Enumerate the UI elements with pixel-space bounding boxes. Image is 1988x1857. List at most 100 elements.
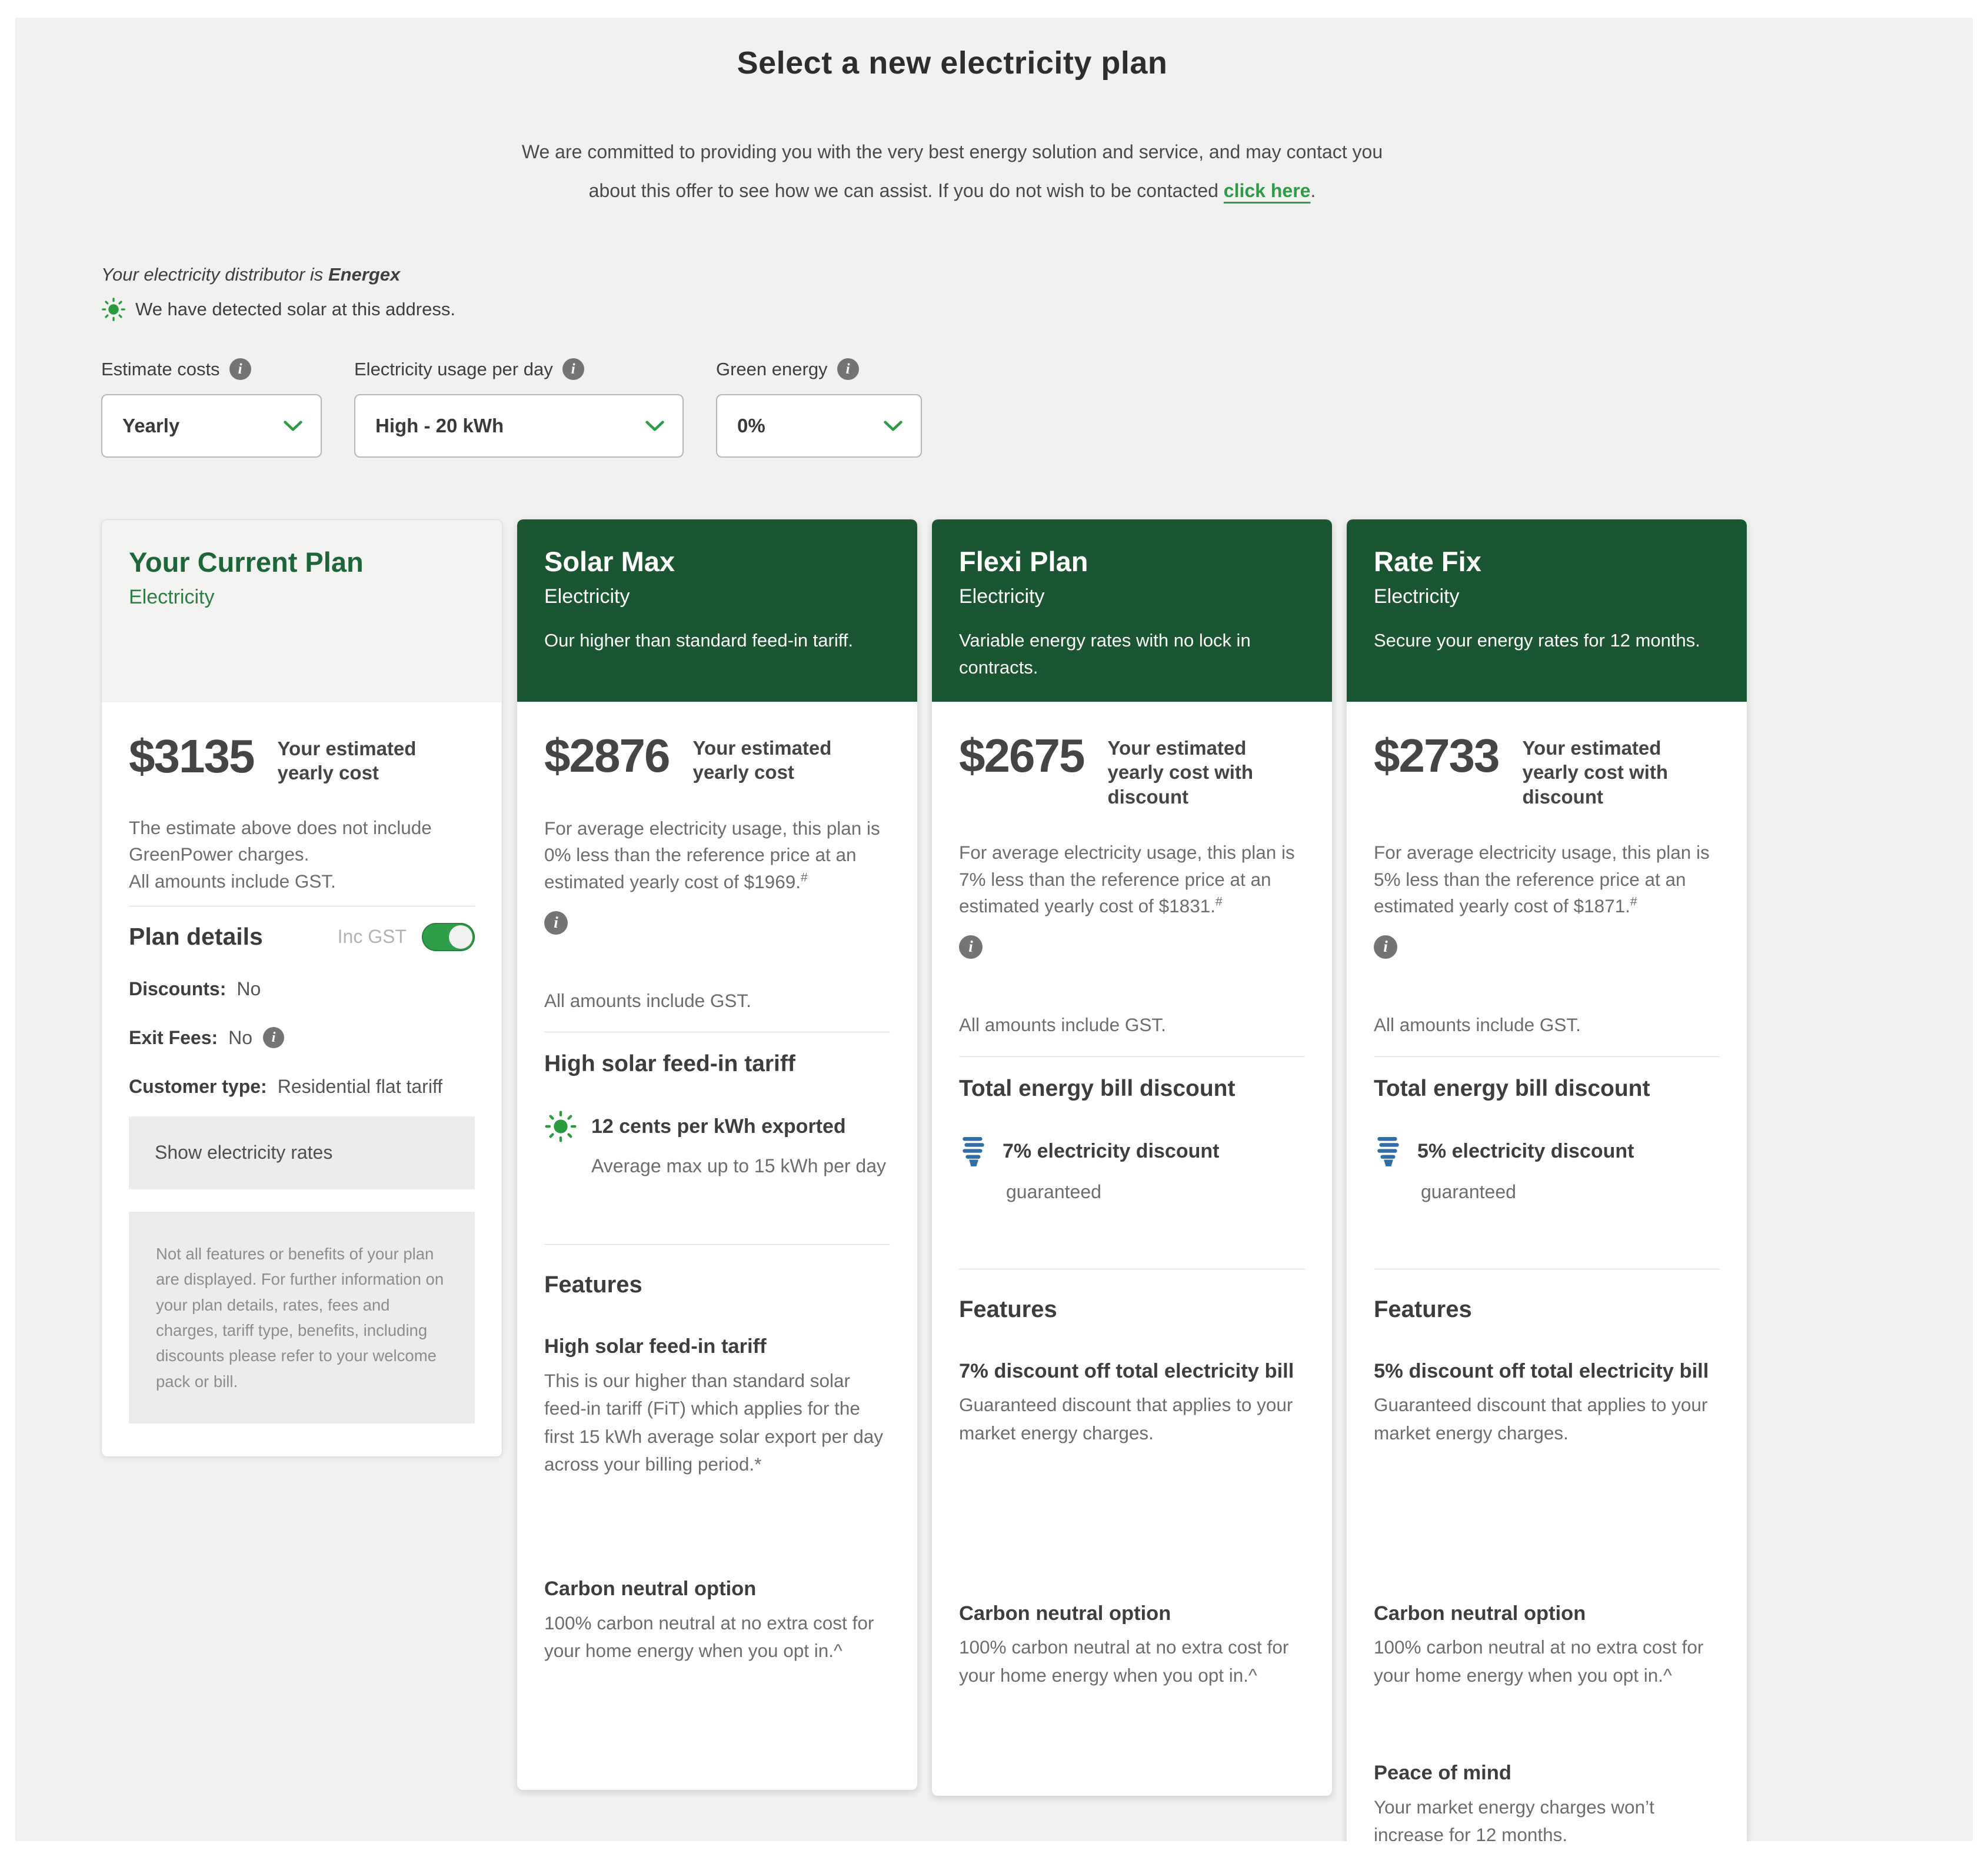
gst-note: All amounts include GST. xyxy=(959,1013,1166,1035)
current-plan-body: $3135 Your estimated yearly cost The est… xyxy=(102,730,502,1424)
estimated-cost: $2876 xyxy=(544,729,670,782)
info-icon[interactable]: i xyxy=(562,358,584,381)
price-row: $3135 Your estimated yearly cost xyxy=(129,730,475,785)
filter-estimate-costs: Estimate costs i Yearly xyxy=(101,358,322,458)
info-icon[interactable]: i xyxy=(959,935,983,959)
benefit-row: 7% electricity discount xyxy=(959,1135,1305,1169)
row-value: No xyxy=(228,1026,253,1048)
feature-item: High solar feed-in tariff This is our hi… xyxy=(544,1333,890,1541)
toggle-knob xyxy=(449,925,472,949)
plan-tagline: Variable energy rates with no lock in co… xyxy=(959,629,1251,678)
rate-fix-body: $2733 Your estimated yearly cost with di… xyxy=(1347,732,1747,1841)
info-icon[interactable]: i xyxy=(1374,935,1397,959)
plan-product: Electricity xyxy=(1374,585,1460,608)
intro-line-1: We are committed to providing you with t… xyxy=(521,141,1383,162)
benefit-subtext: guaranteed xyxy=(1006,1181,1101,1202)
benefit-row: 5% electricity discount xyxy=(1374,1135,1720,1169)
feature-item: Peace of mind Your market energy charges… xyxy=(1374,1760,1720,1841)
card-solar-max: Solar Max Electricity Our higher than st… xyxy=(517,519,917,1791)
feature-item: Carbon neutral option 100% carbon neutra… xyxy=(544,1576,890,1665)
rate-fix-header: Rate Fix Electricity Secure your energy … xyxy=(1347,519,1747,702)
selected-value: 0% xyxy=(737,415,765,437)
exit-fees-row: Exit Fees: No i xyxy=(129,1027,475,1049)
reference-price-text: For average electricity usage, this plan… xyxy=(1374,841,1710,917)
inc-gst-toggle[interactable] xyxy=(422,922,475,951)
solar-detected-text: We have detected solar at this address. xyxy=(135,299,455,320)
info-icon[interactable]: i xyxy=(263,1027,285,1049)
green-energy-select[interactable]: 0% xyxy=(716,394,922,458)
click-here-link[interactable]: click here xyxy=(1224,180,1311,201)
filter-label-text: Green energy xyxy=(716,358,828,379)
benefit-heading: High solar feed-in tariff xyxy=(544,1051,795,1077)
solar-max-body: $2876 Your estimated yearly cost For ave… xyxy=(517,729,917,1665)
solar-max-header: Solar Max Electricity Our higher than st… xyxy=(517,519,917,702)
discounts-row: Discounts: No xyxy=(129,978,475,1000)
plan-details-row: Plan details Inc GST xyxy=(129,922,475,951)
inc-gst-label: Inc GST xyxy=(337,926,407,948)
plan-disclaimer: Not all features or benefits of your pla… xyxy=(129,1211,475,1424)
row-label: Discounts: xyxy=(129,978,227,999)
estimated-cost-label: Your estimated yearly cost xyxy=(277,738,417,784)
cfl-bulb-icon xyxy=(1377,1136,1399,1166)
intro-line-2: about this offer to see how we can assis… xyxy=(588,179,1218,201)
chevron-down-icon xyxy=(645,421,664,431)
card-current-plan: Your Current Plan Electricity $3135 Your… xyxy=(101,519,502,1458)
distributor-note: Your electricity distributor is Energex xyxy=(101,264,1889,285)
info-icon[interactable]: i xyxy=(544,911,568,935)
info-icon[interactable]: i xyxy=(837,358,859,381)
reference-footnote-mark: # xyxy=(1630,895,1637,909)
reference-price-note: For average electricity usage, this plan… xyxy=(1374,839,1720,920)
benefit-title: 7% electricity discount xyxy=(1003,1140,1220,1163)
plan-title: Rate Fix xyxy=(1374,546,1481,578)
estimate-note-line: The estimate above does not include Gree… xyxy=(129,816,432,865)
chevron-down-icon xyxy=(884,421,903,431)
selected-value: Yearly xyxy=(122,415,180,437)
reference-footnote-mark: # xyxy=(801,871,808,885)
distributor-prefix: Your electricity distributor is xyxy=(101,264,324,285)
feature-text: This is our higher than standard solar f… xyxy=(544,1370,884,1475)
estimate-costs-select[interactable]: Yearly xyxy=(101,394,322,458)
reference-price-text: For average electricity usage, this plan… xyxy=(959,841,1295,917)
feature-text: 100% carbon neutral at no extra cost for… xyxy=(959,1636,1289,1686)
benefit-subtext: Average max up to 15 kWh per day xyxy=(591,1155,887,1177)
reference-price-text: For average electricity usage, this plan… xyxy=(544,817,880,893)
intro-line-2-end: . xyxy=(1310,179,1316,201)
plan-details-heading: Plan details xyxy=(129,923,263,951)
feature-title: Carbon neutral option xyxy=(544,1578,757,1601)
plan-title: Solar Max xyxy=(544,546,675,578)
current-plan-header: Your Current Plan Electricity xyxy=(102,520,502,703)
price-row: $2876 Your estimated yearly cost xyxy=(544,729,890,785)
features-heading: Features xyxy=(544,1272,642,1298)
info-icon[interactable]: i xyxy=(229,358,251,381)
plan-tagline: Our higher than standard feed-in tariff. xyxy=(544,629,854,651)
benefit-row: 12 cents per kWh exported xyxy=(544,1110,890,1143)
plan-title: Flexi Plan xyxy=(959,546,1088,578)
inc-gst-control: Inc GST xyxy=(337,922,475,951)
feature-item: Carbon neutral option 100% carbon neutra… xyxy=(959,1601,1305,1689)
flexi-plan-body: $2675 Your estimated yearly cost with di… xyxy=(932,732,1332,1689)
plan-tagline: Secure your energy rates for 12 months. xyxy=(1374,629,1700,651)
plan-title: Your Current Plan xyxy=(129,546,364,578)
benefit-section: High solar feed-in tariff 12 cents per k… xyxy=(544,1032,890,1226)
feature-text: Your market energy charges won’t increas… xyxy=(1374,1796,1654,1841)
feature-item: 7% discount off total electricity bill G… xyxy=(959,1358,1305,1565)
benefit-heading: Total energy bill discount xyxy=(959,1075,1236,1101)
filter-usage: Electricity usage per day i High - 20 kW… xyxy=(354,358,684,458)
cfl-bulb-icon xyxy=(963,1136,984,1166)
estimated-cost: $3135 xyxy=(129,730,255,783)
customer-type-row: Customer type: Residential flat tariff xyxy=(129,1076,475,1098)
estimated-cost-label: Your estimated yearly cost with discount xyxy=(1522,737,1669,808)
plan-product: Electricity xyxy=(129,585,215,608)
flexi-plan-header: Flexi Plan Electricity Variable energy r… xyxy=(932,519,1332,702)
filter-label: Electricity usage per day i xyxy=(354,358,684,381)
feature-text: 100% carbon neutral at no extra cost for… xyxy=(1374,1636,1704,1686)
row-value: Residential flat tariff xyxy=(277,1075,443,1097)
distributor-name: Energex xyxy=(328,264,401,285)
feature-title: 5% discount off total electricity bill xyxy=(1374,1359,1709,1382)
content-area: Select a new electricity plan We are com… xyxy=(15,18,1973,1841)
usage-per-day-select[interactable]: High - 20 kWh xyxy=(354,394,684,458)
show-electricity-rates-button[interactable]: Show electricity rates xyxy=(129,1116,475,1189)
benefit-subtext: guaranteed xyxy=(1421,1181,1516,1202)
feature-title: Peace of mind xyxy=(1374,1761,1511,1784)
features-heading: Features xyxy=(1374,1296,1472,1322)
